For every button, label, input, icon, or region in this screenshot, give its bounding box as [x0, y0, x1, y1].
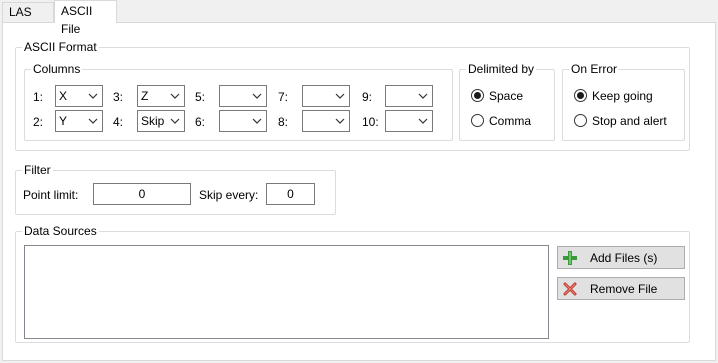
- column-2-label: 2:: [33, 115, 44, 129]
- column-7-label: 7:: [278, 90, 289, 104]
- column-6-select[interactable]: [219, 110, 267, 132]
- delimited-by-group: Delimited by Space Comma: [459, 62, 555, 141]
- tab-las-file[interactable]: LAS File: [2, 2, 54, 37]
- skip-every-input[interactable]: 0: [266, 183, 315, 205]
- column-3-select[interactable]: Z: [137, 85, 185, 107]
- chevron-down-icon: [418, 93, 428, 99]
- column-1-select[interactable]: X: [55, 85, 103, 107]
- column-2-select[interactable]: Y: [55, 110, 103, 132]
- column-5-select[interactable]: [219, 85, 267, 107]
- stop-and-alert-radio[interactable]: [574, 114, 587, 127]
- space-radio[interactable]: [471, 89, 484, 102]
- ascii-format-group: ASCII Format Columns 1: X 2: Y 3: Z 4: S…: [15, 40, 690, 151]
- tab-ascii-file[interactable]: ASCII File: [54, 0, 117, 36]
- remove-file-button[interactable]: Remove File: [557, 277, 685, 300]
- point-limit-label: Point limit:: [23, 188, 79, 202]
- chevron-down-icon: [335, 93, 345, 99]
- comma-radio[interactable]: [471, 114, 484, 127]
- column-6-label: 6:: [195, 115, 206, 129]
- column-10-select[interactable]: [385, 110, 433, 132]
- add-files-button[interactable]: Add Files (s): [557, 246, 685, 269]
- column-7-select[interactable]: [302, 85, 350, 107]
- column-4-select[interactable]: Skip: [137, 110, 185, 132]
- column-4-value: Skip: [141, 114, 165, 128]
- remove-x-icon: [563, 282, 577, 296]
- chevron-down-icon: [88, 118, 98, 124]
- chevron-down-icon: [88, 93, 98, 99]
- data-sources-group: Data Sources Add Files (s) Remove File: [15, 224, 690, 343]
- stop-and-alert-radio-label[interactable]: Stop and alert: [592, 114, 667, 128]
- column-9-label: 9:: [362, 90, 373, 104]
- chevron-down-icon: [170, 93, 180, 99]
- column-5-label: 5:: [195, 90, 206, 104]
- ascii-format-legend: ASCII Format: [22, 40, 99, 54]
- columns-legend: Columns: [31, 62, 83, 76]
- column-3-value: Z: [141, 89, 149, 103]
- keep-going-radio[interactable]: [574, 89, 587, 102]
- column-10-label: 10:: [362, 115, 379, 129]
- filter-legend: Filter: [22, 163, 53, 177]
- column-9-select[interactable]: [385, 85, 433, 107]
- skip-every-label: Skip every:: [199, 188, 259, 202]
- column-2-value: Y: [59, 114, 68, 128]
- add-plus-icon: [563, 251, 577, 265]
- chevron-down-icon: [335, 118, 345, 124]
- delimited-by-legend: Delimited by: [466, 62, 537, 76]
- columns-group: Columns 1: X 2: Y 3: Z 4: Skip 5: 6: 7: …: [24, 62, 453, 141]
- column-1-value: X: [59, 89, 68, 103]
- on-error-group: On Error Keep going Stop and alert: [562, 62, 685, 141]
- data-sources-list[interactable]: [24, 245, 549, 339]
- column-8-label: 8:: [278, 115, 289, 129]
- on-error-legend: On Error: [569, 62, 620, 76]
- space-radio-label[interactable]: Space: [489, 89, 523, 103]
- ascii-file-panel: ASCII Format Columns 1: X 2: Y 3: Z 4: S…: [2, 22, 716, 361]
- point-limit-input[interactable]: 0: [93, 183, 191, 205]
- comma-radio-label[interactable]: Comma: [489, 114, 531, 128]
- remove-file-label: Remove File: [590, 282, 658, 296]
- filter-group: Filter Point limit: 0 Skip every: 0: [15, 163, 336, 215]
- data-sources-legend: Data Sources: [22, 224, 99, 238]
- chevron-down-icon: [252, 118, 262, 124]
- column-1-label: 1:: [33, 90, 44, 104]
- column-4-label: 4:: [113, 115, 124, 129]
- add-files-label: Add Files (s): [590, 251, 658, 265]
- chevron-down-icon: [252, 93, 262, 99]
- chevron-down-icon: [170, 118, 180, 124]
- column-3-label: 3:: [113, 90, 124, 104]
- column-8-select[interactable]: [302, 110, 350, 132]
- chevron-down-icon: [418, 118, 428, 124]
- keep-going-radio-label[interactable]: Keep going: [592, 89, 653, 103]
